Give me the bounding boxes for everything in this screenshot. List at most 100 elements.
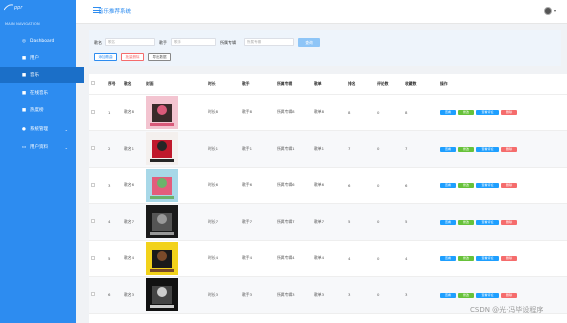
view-comments-button[interactable]: 查看评论 <box>476 256 499 261</box>
row-actions: 查看 修改 查看评论 删除 <box>438 130 567 168</box>
column-header: 时长 <box>206 74 240 95</box>
sidebar-item-profile[interactable]: ▭ 用户资料 ⌄ <box>0 139 76 155</box>
cell-comments: 0 <box>375 130 403 168</box>
cell-comments: 0 <box>375 94 403 131</box>
cover-image <box>144 276 206 314</box>
album-label: 所属专辑 <box>220 40 236 45</box>
cover-image <box>144 167 206 204</box>
cell-album: 所属专辑6 <box>275 167 312 204</box>
edit-button[interactable]: 修改 <box>458 219 474 225</box>
batch-delete-button[interactable]: 批量删除 <box>121 53 144 61</box>
edit-button[interactable]: 修改 <box>458 256 474 261</box>
export-button[interactable]: 导出数据 <box>148 53 171 61</box>
row-actions: 查看 修改 查看评论 删除 <box>438 240 567 277</box>
delete-button[interactable]: 删除 <box>501 146 517 152</box>
caret-down-icon[interactable]: ▾ <box>554 8 556 13</box>
edit-button[interactable]: 修改 <box>458 292 474 298</box>
songs-table: 序号 歌名 封面 时长 歌手 所属专辑 歌单 排名 评论数 收藏数 操作 1 歌名… <box>89 74 567 323</box>
sidebar-item-music[interactable]: ■ 音乐 <box>0 67 84 83</box>
sidebar-item-system[interactable]: ● 系统管理 ⌄ <box>0 121 76 137</box>
view-button[interactable]: 查看 <box>440 292 456 298</box>
square-icon: ■ <box>21 55 27 61</box>
query-button[interactable]: 查询 <box>298 38 320 47</box>
cell-no: 4 <box>106 203 122 241</box>
app-logo: ppr <box>4 4 44 14</box>
cell-favs: 7 <box>403 130 438 168</box>
song-input[interactable]: 歌名 <box>105 38 155 46</box>
row-checkbox[interactable] <box>89 130 106 168</box>
top-header: 音乐推荐系统 ▾ <box>76 0 567 24</box>
row-checkbox[interactable] <box>89 167 106 204</box>
nav-title: MAIN NAVIGATION <box>5 22 40 26</box>
cell-no: 3 <box>106 167 122 204</box>
column-header: 歌名 <box>122 74 144 95</box>
view-comments-button[interactable]: 查看评论 <box>476 110 499 115</box>
cell-comments: 0 <box>375 203 403 241</box>
cell-singer: 歌手8 <box>240 94 275 131</box>
cover-image <box>144 94 206 131</box>
cell-singer: 歌手6 <box>240 167 275 204</box>
column-header: 序号 <box>106 74 122 95</box>
sidebar-item-dashboard[interactable]: ◎ Dashboard <box>0 33 76 49</box>
row-actions: 查看 修改 查看评论 删除 <box>438 94 567 131</box>
cell-no: 5 <box>106 240 122 277</box>
delete-button[interactable]: 删除 <box>501 292 517 298</box>
delete-button[interactable]: 删除 <box>501 256 517 261</box>
sidebar-item-label: 用户 <box>30 56 39 61</box>
cell-favs: 6 <box>403 167 438 204</box>
cell-favs: 8 <box>403 94 438 131</box>
cell-favs: 5 <box>403 203 438 241</box>
view-comments-button[interactable]: 查看评论 <box>476 292 499 298</box>
sidebar: ppr MAIN NAVIGATION ◎ Dashboard ■ 用户 ■ 音… <box>0 0 84 323</box>
view-comments-button[interactable]: 查看评论 <box>476 183 499 188</box>
view-button[interactable]: 查看 <box>440 146 456 152</box>
sidebar-item-label: 用户资料 <box>30 145 48 150</box>
sidebar-item-users[interactable]: ■ 用户 <box>0 50 76 66</box>
cell-no: 1 <box>106 94 122 131</box>
view-comments-button[interactable]: 查看评论 <box>476 146 499 152</box>
delete-button[interactable]: 删除 <box>501 219 517 225</box>
cell-duration: 时长4 <box>206 240 240 277</box>
sidebar-item-online-music[interactable]: ■ 在线音乐 <box>0 85 76 101</box>
column-header: 排名 <box>346 74 375 95</box>
row-actions: 查看 修改 查看评论 删除 <box>438 203 567 241</box>
cell-playlist: 歌单8 <box>312 94 346 131</box>
square-icon: ■ <box>21 72 27 78</box>
search-panel: 歌名 歌名 歌手 歌手 所属专辑 所属专辑 查询 添加歌曲 批量删除 导出数据 <box>89 30 561 66</box>
add-song-button[interactable]: 添加歌曲 <box>94 53 117 61</box>
edit-button[interactable]: 修改 <box>458 110 474 115</box>
cover-image <box>144 130 206 168</box>
cell-name: 歌名4 <box>122 240 144 277</box>
song-label: 歌名 <box>94 40 102 45</box>
cell-no: 2 <box>106 130 122 168</box>
cover-image <box>144 203 206 241</box>
select-all-checkbox[interactable] <box>89 74 106 95</box>
delete-button[interactable]: 删除 <box>501 183 517 188</box>
singer-label: 歌手 <box>159 40 167 45</box>
table-row: 3 歌名6 时长6 歌手6 所属专辑6 歌单6 6 0 6 查看 修改 查看评论 删除 <box>89 167 567 204</box>
row-checkbox[interactable] <box>89 203 106 241</box>
column-header: 操作 <box>438 74 567 95</box>
row-checkbox[interactable] <box>89 276 106 314</box>
view-button[interactable]: 查看 <box>440 110 456 115</box>
singer-input[interactable]: 歌手 <box>171 38 216 46</box>
view-button[interactable]: 查看 <box>440 183 456 188</box>
row-checkbox[interactable] <box>89 240 106 277</box>
row-checkbox[interactable] <box>89 94 106 131</box>
edit-button[interactable]: 修改 <box>458 146 474 152</box>
edit-button[interactable]: 修改 <box>458 183 474 188</box>
avatar[interactable] <box>544 7 552 15</box>
delete-button[interactable]: 删除 <box>501 110 517 115</box>
logo-swoosh-icon <box>4 4 13 11</box>
cell-rank: 7 <box>346 130 375 168</box>
circle-icon: ◎ <box>22 38 26 44</box>
sidebar-item-label: 音乐 <box>30 73 39 78</box>
view-comments-button[interactable]: 查看评论 <box>476 219 499 225</box>
view-button[interactable]: 查看 <box>440 219 456 225</box>
view-button[interactable]: 查看 <box>440 256 456 261</box>
chevron-down-icon: ⌄ <box>64 126 68 132</box>
cell-duration: 时长7 <box>206 203 240 241</box>
sidebar-item-hot-chart[interactable]: ■ 热度榜 <box>0 102 76 118</box>
table-row: 4 歌名7 时长7 歌手7 所属专辑7 歌单7 5 0 5 查看 修改 查看评论 删除 <box>89 203 567 241</box>
album-input[interactable]: 所属专辑 <box>244 38 294 46</box>
